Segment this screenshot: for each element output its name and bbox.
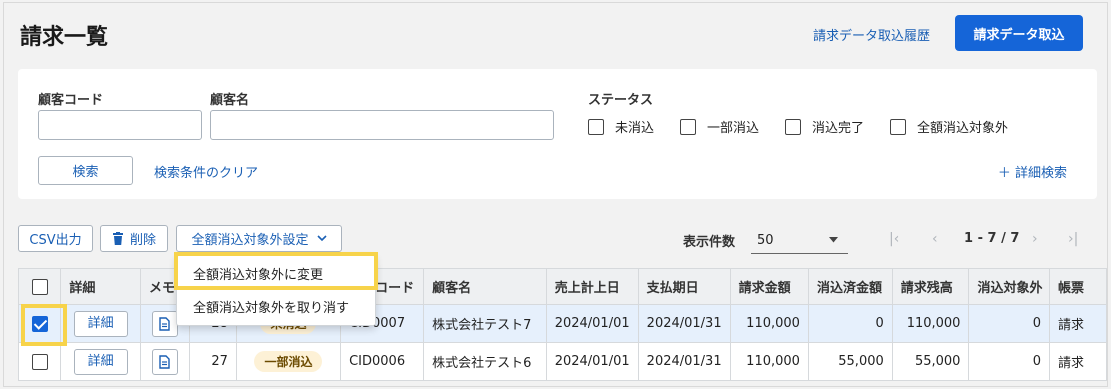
document-icon xyxy=(159,354,171,369)
status-filter-unmatched[interactable]: 未消込 xyxy=(588,117,654,136)
highlight-menu-item-frame xyxy=(174,252,378,290)
form-type: 請求 xyxy=(1049,342,1107,381)
customer-code: CID0006 xyxy=(340,342,425,381)
col-excluded: 消込対象外 xyxy=(968,268,1050,305)
advanced-search-link[interactable]: ＋ 詳細検索 xyxy=(998,162,1067,181)
col-detail: 詳細 xyxy=(60,268,141,305)
customer-name-input[interactable] xyxy=(210,110,554,140)
status-filter-excluded[interactable]: 全額消込対象外 xyxy=(890,117,1008,136)
import-data-button[interactable]: 請求データ取込 xyxy=(955,15,1083,51)
per-page-label: 表示件数 xyxy=(683,235,736,250)
checkbox[interactable] xyxy=(890,118,907,135)
checkbox[interactable] xyxy=(680,118,697,135)
status-filter-partial[interactable]: 一部消込 xyxy=(680,117,759,136)
search-panel: 顧客コード 顧客名 ステータス 未消込 一部消込 消込完了 全額消込対象外 検索 xyxy=(18,69,1097,199)
excluded-amount: 0 xyxy=(968,304,1050,343)
due-date: 2024/01/31 xyxy=(637,342,731,381)
invoice-amount: 110,000 xyxy=(729,342,809,381)
memo-cell xyxy=(139,342,190,381)
col-due-date: 支払期日 xyxy=(637,268,731,305)
detail-cell: 詳細 xyxy=(60,342,141,381)
status-filter-label: 全額消込対象外 xyxy=(917,121,1009,136)
sales-date: 2024/01/01 xyxy=(545,342,639,381)
col-cleared-amount: 消込済金額 xyxy=(807,268,893,305)
sales-date: 2024/01/01 xyxy=(545,304,639,343)
delete-label: 削除 xyxy=(129,233,156,248)
bulk-exclude-menu-button[interactable]: 全額消込対象外設定 xyxy=(176,225,342,252)
customer-name-label: 顧客名 xyxy=(210,93,250,108)
detail-button[interactable]: 詳細 xyxy=(73,348,128,375)
caret-down-icon xyxy=(829,237,838,243)
import-history-link[interactable]: 請求データ取込履歴 xyxy=(813,25,930,44)
col-customer-name: 顧客名 xyxy=(423,268,547,305)
first-page-icon[interactable]: |‹ xyxy=(889,231,899,247)
menu-item-unset-excluded[interactable]: 全額消込対象外を取り消す xyxy=(177,292,375,325)
csv-export-label: CSV出力 xyxy=(29,233,82,248)
col-form: 帳票 xyxy=(1049,268,1107,305)
delete-button[interactable]: 削除 xyxy=(100,225,168,252)
trash-icon xyxy=(112,232,123,245)
search-button[interactable]: 検索 xyxy=(38,156,133,185)
memo-button[interactable] xyxy=(151,310,178,337)
cleared-amount: 55,000 xyxy=(807,342,893,381)
bulk-exclude-label: 全額消込対象外設定 xyxy=(191,233,309,248)
memo-button[interactable] xyxy=(151,348,178,375)
csv-export-button[interactable]: CSV出力 xyxy=(18,225,93,252)
prev-page-icon[interactable]: ‹ xyxy=(932,231,938,247)
excluded-amount: 0 xyxy=(968,342,1050,381)
row-number: 27 xyxy=(188,342,237,381)
checkbox[interactable] xyxy=(785,118,802,135)
form-type: 請求 xyxy=(1049,304,1107,343)
detail-cell: 詳細 xyxy=(60,304,141,343)
per-page-select[interactable]: 50 xyxy=(751,227,848,254)
invoice-amount: 110,000 xyxy=(729,304,809,343)
balance: 110,000 xyxy=(891,304,970,343)
document-icon xyxy=(159,316,171,331)
col-sales-date: 売上計上日 xyxy=(545,268,639,305)
per-page-value: 50 xyxy=(757,232,774,248)
status-label: ステータス xyxy=(588,93,654,108)
cleared-amount: 0 xyxy=(807,304,893,343)
status-filter-label: 未消込 xyxy=(615,121,655,136)
status-filter-label: 消込完了 xyxy=(812,121,865,136)
chevron-down-icon xyxy=(316,235,327,242)
status-filter-group: 未消込 一部消込 消込完了 全額消込対象外 xyxy=(588,117,1034,136)
customer-code-input[interactable] xyxy=(38,110,202,140)
page-title: 請求一覧 xyxy=(20,25,109,50)
select-all-checkbox[interactable] xyxy=(31,278,48,295)
status-badge: 一部消込 xyxy=(254,351,323,372)
status-filter-complete[interactable]: 消込完了 xyxy=(785,117,864,136)
table-row[interactable]: 詳細 27 一部消込 CID0006 株式会社テスト6 2024/01/01 2… xyxy=(17,342,1107,381)
page-frame: 請求一覧 請求データ取込履歴 請求データ取込 顧客コード 顧客名 ステータス 未… xyxy=(3,2,1108,387)
col-balance: 請求残高 xyxy=(891,268,970,305)
select-all-cell[interactable] xyxy=(17,268,62,305)
row-select-cell[interactable] xyxy=(17,342,62,381)
next-page-icon[interactable]: › xyxy=(1032,231,1038,247)
status-cell: 一部消込 xyxy=(235,342,342,381)
detail-button[interactable]: 詳細 xyxy=(73,310,128,337)
checkbox[interactable] xyxy=(588,118,604,135)
highlight-row-checkbox-frame xyxy=(21,304,67,346)
col-invoice-amount: 請求金額 xyxy=(729,268,809,305)
clear-conditions-link[interactable]: 検索条件のクリア xyxy=(154,162,258,181)
page-range: 1 - 7 / 7 xyxy=(964,231,1020,246)
customer-code-label: 顧客コード xyxy=(38,93,104,108)
last-page-icon[interactable]: ›| xyxy=(1068,231,1078,247)
customer-name: 株式会社テスト6 xyxy=(423,342,547,381)
customer-name: 株式会社テスト7 xyxy=(423,304,547,343)
due-date: 2024/01/31 xyxy=(637,304,731,343)
balance: 55,000 xyxy=(891,342,970,381)
status-filter-label: 一部消込 xyxy=(707,121,760,136)
row-checkbox[interactable] xyxy=(31,353,48,370)
